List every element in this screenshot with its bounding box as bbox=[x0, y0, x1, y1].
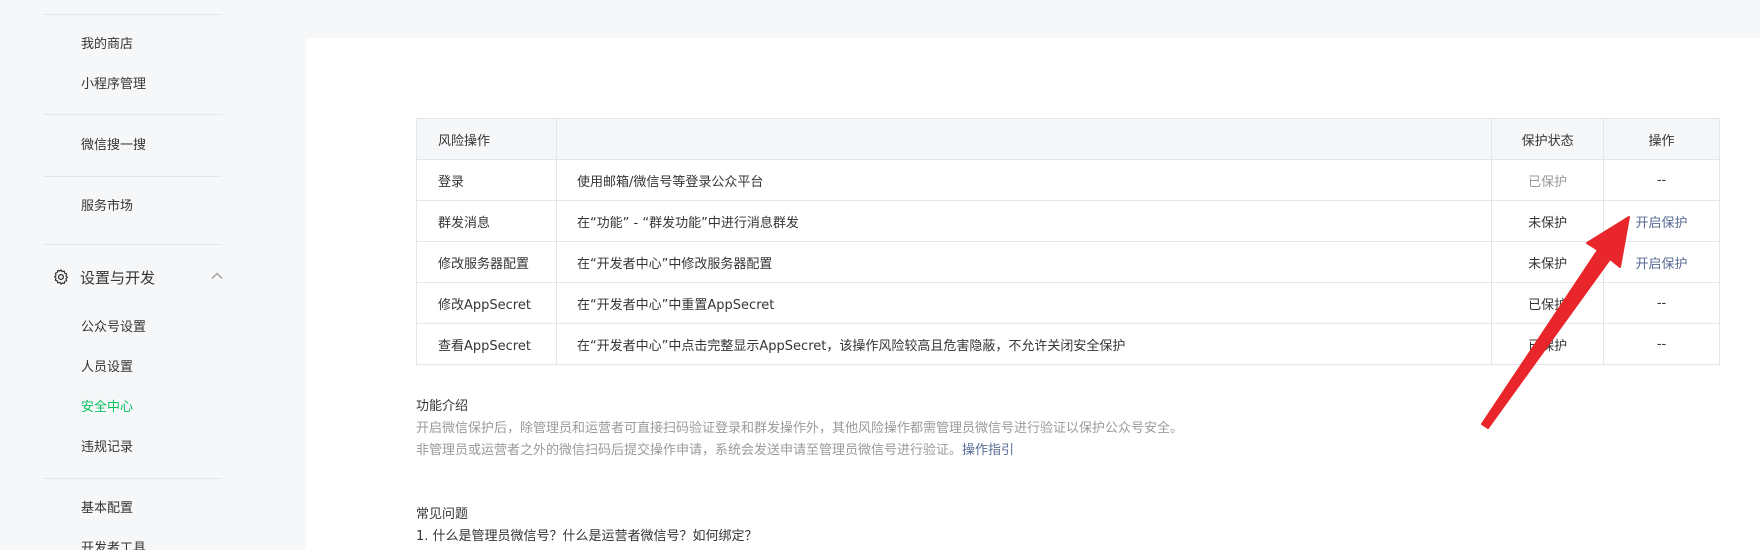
enable-protection-link[interactable]: 开启保护 bbox=[1636, 257, 1688, 272]
row-status: 已保护 bbox=[1491, 159, 1605, 201]
row-description: 在“开发者中心”中点击完整显示AppSecret，该操作风险较高且危害隐蔽，不允… bbox=[556, 323, 1493, 365]
sidebar-item-basic-config[interactable]: 基本配置 bbox=[81, 501, 133, 517]
sidebar-item-service-market[interactable]: 服务市场 bbox=[81, 199, 133, 215]
sidebar-item-wechat-search[interactable]: 微信搜一搜 bbox=[81, 138, 146, 154]
row-status: 已保护 bbox=[1491, 323, 1605, 365]
table-row: 修改AppSecret 在“开发者中心”中重置AppSecret 已保护 -- bbox=[416, 282, 1720, 324]
row-description: 在“开发者中心”中重置AppSecret bbox=[556, 282, 1493, 324]
sidebar: 我的商店 小程序管理 微信搜一搜 服务市场 设置与开发 公众号设置 人员设置 安… bbox=[0, 0, 272, 550]
header-operation: 操作 bbox=[1603, 118, 1720, 160]
main-panel: 风险操作 保护状态 操作 登录 使用邮箱/微信号等登录公众平台 已保护 -- 群… bbox=[306, 38, 1760, 550]
table-row: 登录 使用邮箱/微信号等登录公众平台 已保护 -- bbox=[416, 159, 1720, 201]
sidebar-group-settings-dev[interactable]: 设置与开发 bbox=[52, 267, 224, 287]
row-status: 未保护 bbox=[1491, 200, 1605, 242]
chevron-up-icon[interactable] bbox=[210, 269, 224, 283]
intro-title: 功能介绍 bbox=[416, 399, 469, 414]
header-protection-status: 保护状态 bbox=[1491, 118, 1605, 160]
sidebar-group-label: 设置与开发 bbox=[80, 268, 156, 287]
row-risk: 修改AppSecret bbox=[416, 282, 557, 324]
row-risk: 登录 bbox=[416, 159, 557, 201]
row-risk: 查看AppSecret bbox=[416, 323, 557, 365]
intro-text-1: 开启微信保护后，除管理员和运营者可直接扫码验证登录和群发操作外，其他风险操作都需… bbox=[416, 421, 1184, 436]
operation-guide-link[interactable]: 操作指引 bbox=[962, 443, 1014, 458]
sidebar-divider bbox=[44, 14, 222, 15]
row-risk: 修改服务器配置 bbox=[416, 241, 557, 283]
table-row: 修改服务器配置 在“开发者中心”中修改服务器配置 未保护 开启保护 bbox=[416, 241, 1720, 283]
sidebar-item-account-settings[interactable]: 公众号设置 bbox=[81, 320, 146, 336]
row-status: 未保护 bbox=[1491, 241, 1605, 283]
gear-icon bbox=[54, 269, 68, 285]
intro-text-2-body: 非管理员或运营者之外的微信扫码后提交操作申请，系统会发送申请至管理员微信号进行验… bbox=[416, 443, 963, 458]
row-operation: -- bbox=[1656, 336, 1667, 352]
sidebar-divider bbox=[44, 478, 222, 479]
sidebar-divider bbox=[44, 244, 222, 245]
row-description: 在“功能” - “群发功能”中进行消息群发 bbox=[556, 200, 1493, 242]
sidebar-item-member-settings[interactable]: 人员设置 bbox=[81, 360, 133, 376]
row-description: 使用邮箱/微信号等登录公众平台 bbox=[556, 159, 1493, 201]
sidebar-item-security-center[interactable]: 安全中心 bbox=[81, 400, 133, 416]
row-operation: -- bbox=[1603, 282, 1720, 324]
table-row: 查看AppSecret 在“开发者中心”中点击完整显示AppSecret，该操作… bbox=[416, 323, 1720, 365]
table-row: 群发消息 在“功能” - “群发功能”中进行消息群发 未保护 开启保护 bbox=[416, 200, 1720, 242]
row-description: 在“开发者中心”中修改服务器配置 bbox=[556, 241, 1493, 283]
row-operation: -- bbox=[1603, 159, 1720, 201]
risk-operations-table: 风险操作 保护状态 操作 登录 使用邮箱/微信号等登录公众平台 已保护 -- 群… bbox=[416, 118, 1720, 365]
faq-title: 常见问题 bbox=[416, 507, 469, 522]
sidebar-item-violation-records[interactable]: 违规记录 bbox=[81, 440, 133, 456]
enable-protection-link[interactable]: 开启保护 bbox=[1636, 216, 1688, 231]
table-header-row: 风险操作 保护状态 操作 bbox=[416, 118, 1720, 160]
sidebar-item-my-shop[interactable]: 我的商店 bbox=[81, 37, 133, 53]
sidebar-divider bbox=[44, 176, 222, 177]
sidebar-item-developer-tools[interactable]: 开发者工具 bbox=[81, 541, 146, 550]
header-description bbox=[556, 118, 1493, 160]
header-risk-operation: 风险操作 bbox=[416, 118, 557, 160]
row-risk: 群发消息 bbox=[416, 200, 557, 242]
sidebar-divider bbox=[44, 114, 222, 115]
row-status: 已保护 bbox=[1491, 282, 1605, 324]
faq-item[interactable]: 1. 什么是管理员微信号？什么是运营者微信号？如何绑定？ bbox=[416, 525, 758, 544]
sidebar-item-mini-program[interactable]: 小程序管理 bbox=[81, 77, 146, 93]
intro-text-2: 非管理员或运营者之外的微信扫码后提交操作申请，系统会发送申请至管理员微信号进行验… bbox=[416, 439, 1014, 458]
